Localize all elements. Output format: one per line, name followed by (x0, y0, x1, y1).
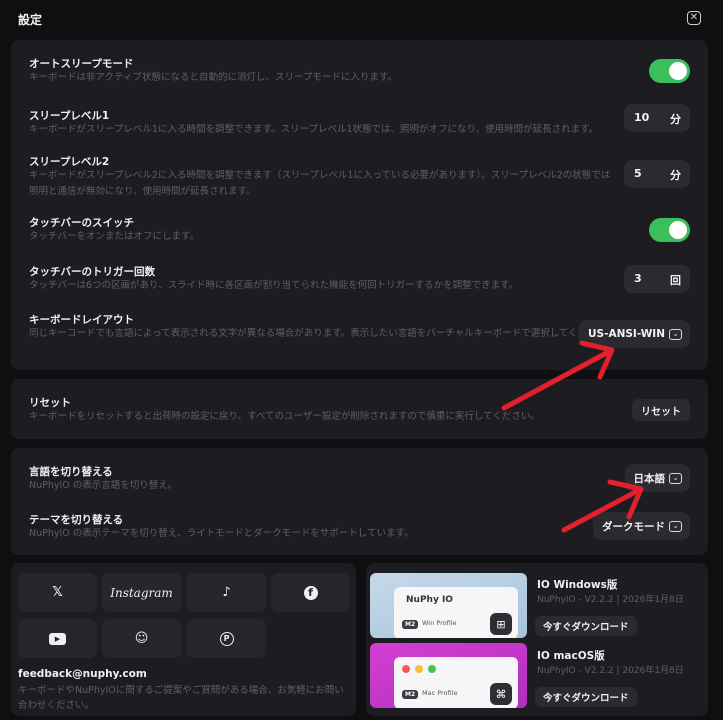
touchbar-trigger-value[interactable]: 3 (634, 272, 642, 285)
keyboard-layout-desc: 同じキーコードでも言語によって表示される文字が異なる場合があります。表示したい言… (29, 328, 597, 339)
windows-card: NuPhy IO M2 Win Profile ⊞ (394, 587, 518, 638)
title-bar: 設定 ✕ (0, 0, 723, 38)
sleep-level-1-value[interactable]: 10 (634, 111, 649, 124)
touchbar-switch-title: タッチバーのスイッチ (29, 217, 134, 229)
language-desc: NuPhyIO の表示言語を切り替え。 (29, 480, 178, 491)
mac-title: IO macOS版 (537, 650, 605, 662)
mac-badge: M2 (402, 690, 419, 699)
windows-grid-icon: ⊞ (490, 613, 512, 635)
reset-row: リセット キーボードをリセットすると出荷時の設定に戻り、すべてのユーザー設定が削… (29, 394, 698, 428)
windows-badge: M2 (402, 620, 419, 629)
touchbar-trigger-row: タッチバーのトリガー回数 タッチバーは6つの区画があり、スライド時に各区画が割り… (29, 262, 698, 296)
feedback-email[interactable]: feedback@nuphy.com (18, 668, 147, 680)
language-title: 言語を切り替える (29, 466, 113, 478)
sleep-level-2-unit: 分 (670, 169, 681, 182)
sleep-level-2-desc-line2: 照明と通信が無効になり、使用時間が延長されます。 (29, 186, 256, 197)
discord-icon: ☺ (134, 631, 149, 646)
sleep-level-2-stepper[interactable]: 5 分 (624, 160, 690, 188)
pinterest-icon: P (219, 631, 234, 646)
mac-minimize-dot-icon (415, 665, 423, 673)
command-key-icon: ⌘ (490, 683, 512, 705)
windows-download-button[interactable]: 今すぐダウンロード (535, 616, 637, 636)
youtube-link[interactable]: ▶ (18, 619, 97, 658)
discord-link[interactable]: ☺ (102, 619, 181, 658)
settings-window: 設定 ✕ オートスリープモード キーボードは非アクティブ状態になると自動的に消灯… (0, 0, 723, 720)
sleep-level-2-value[interactable]: 5 (634, 167, 642, 180)
language-selected: 日本語 (633, 472, 666, 485)
downloads-panel: NuPhy IO M2 Win Profile ⊞ IO Windows版 Nu… (366, 563, 708, 716)
mac-close-dot-icon (402, 665, 410, 673)
mac-badge-label: Mac Profile (422, 689, 458, 697)
reset-desc: キーボードをリセットすると出荷時の設定に戻り、すべてのユーザー設定が削除されます… (29, 411, 540, 422)
mac-download-button[interactable]: 今すぐダウンロード (535, 687, 637, 707)
chevron-down-icon: ⌄ (669, 472, 682, 484)
theme-selected: ダークモード (602, 520, 665, 533)
x-icon: 𝕏 (52, 585, 63, 600)
keyboard-layout-row: キーボードレイアウト 同じキーコードでも言語によって表示される文字が異なる場合が… (29, 310, 698, 350)
tiktok-link[interactable]: ♪ (187, 573, 266, 612)
mac-zoom-dot-icon (428, 665, 436, 673)
reset-title: リセット (29, 397, 71, 409)
sleep-level-1-title: スリープレベル1 (29, 110, 110, 122)
pinterest-link[interactable]: P (187, 619, 266, 658)
touchbar-trigger-unit: 回 (670, 274, 681, 287)
sleep-level-2-desc-line1: キーボードがスリープレベル2に入る時間を調整できます（スリープレベル1に入ってい… (29, 170, 611, 181)
sleep-level-1-desc: キーボードがスリープレベル1に入る時間を調整できます。スリープレベル1状態では、… (29, 124, 599, 135)
facebook-icon: f (303, 585, 318, 600)
reset-panel: リセット キーボードをリセットすると出荷時の設定に戻り、すべてのユーザー設定が削… (11, 379, 708, 439)
device-settings-panel: オートスリープモード キーボードは非アクティブ状態になると自動的に消灯し、スリー… (11, 40, 708, 370)
windows-badge-label: Win Profile (422, 619, 457, 627)
feedback-desc: キーボードやNuPhyIOに関するご提案やご質問がある場合、お気軽にお問い合わせ… (18, 685, 344, 711)
appearance-panel: 言語を切り替える NuPhyIO の表示言語を切り替え。 日本語 ⌄ テーマを切… (11, 448, 708, 555)
facebook-link[interactable]: f (271, 573, 350, 612)
windows-meta: NuPhyIO - V2.2.2 | 2026年1月8日 (537, 595, 684, 605)
auto-sleep-title: オートスリープモード (29, 58, 134, 70)
touchbar-switch-desc: タッチバーをオンまたはオフにします。 (29, 231, 200, 242)
sleep-level-1-row: スリープレベル1 キーボードがスリープレベル1に入る時間を調整できます。スリープ… (29, 104, 698, 138)
mac-window-dots (402, 665, 436, 673)
keyboard-layout-select[interactable]: US-ANSI-WIN ⌄ (579, 320, 690, 348)
touchbar-trigger-desc: タッチバーは6つの区画があり、スライド時に各区画が割り当てられた機能を何回トリガ… (29, 280, 519, 291)
close-button[interactable]: ✕ (687, 11, 701, 25)
language-select[interactable]: 日本語 ⌄ (624, 464, 690, 492)
chevron-down-icon: ⌄ (669, 520, 682, 532)
window-title: 設定 (18, 13, 43, 27)
facebook-glyph: f (308, 586, 313, 599)
touchbar-trigger-stepper[interactable]: 3 回 (624, 265, 690, 293)
theme-title: テーマを切り替える (29, 514, 124, 526)
auto-sleep-row: オートスリープモード キーボードは非アクティブ状態になると自動的に消灯し、スリー… (29, 54, 698, 88)
instagram-icon: Instagram (110, 585, 173, 600)
instagram-link[interactable]: Instagram (102, 573, 181, 612)
keyboard-layout-selected: US-ANSI-WIN (588, 328, 665, 340)
touchbar-switch-toggle[interactable] (649, 218, 690, 242)
theme-desc: NuPhyIO の表示テーマを切り替え、ライトモードとダークモードをサポートして… (29, 528, 414, 539)
close-icon: ✕ (689, 12, 699, 23)
mac-meta: NuPhyIO - V2.2.2 | 2026年1月8日 (537, 666, 684, 676)
chevron-down-icon: ⌄ (669, 328, 682, 340)
youtube-icon: ▶ (49, 632, 66, 645)
touchbar-trigger-title: タッチバーのトリガー回数 (29, 266, 155, 278)
x-link[interactable]: 𝕏 (18, 573, 97, 612)
sleep-level-1-stepper[interactable]: 10 分 (624, 104, 690, 132)
theme-select[interactable]: ダークモード ⌄ (593, 512, 690, 540)
pinterest-glyph: P (223, 634, 230, 643)
social-panel: 𝕏 Instagram ♪ f ▶ ☺ P feedback@nuphy.com… (11, 563, 356, 716)
reset-button[interactable]: リセット (632, 399, 690, 421)
windows-thumbnail: NuPhy IO M2 Win Profile ⊞ (370, 573, 527, 638)
keyboard-layout-title: キーボードレイアウト (29, 314, 134, 326)
sleep-level-2-row: スリープレベル2 キーボードがスリープレベル2に入る時間を調整できます（スリープ… (29, 152, 698, 202)
theme-row: テーマを切り替える NuPhyIO の表示テーマを切り替え、ライトモードとダーク… (29, 510, 698, 544)
youtube-glyph: ▶ (54, 634, 61, 643)
sleep-level-2-title: スリープレベル2 (29, 156, 110, 168)
touchbar-switch-row: タッチバーのスイッチ タッチバーをオンまたはオフにします。 (29, 215, 698, 249)
auto-sleep-desc: キーボードは非アクティブ状態になると自動的に消灯し、スリープモードに入ります。 (29, 72, 397, 83)
tiktok-icon: ♪ (222, 585, 231, 600)
mac-thumbnail: M2 Mac Profile ⌘ (370, 643, 527, 708)
sleep-level-1-unit: 分 (670, 113, 681, 126)
mac-card: M2 Mac Profile ⌘ (394, 657, 518, 708)
auto-sleep-toggle[interactable] (649, 59, 690, 83)
windows-card-title: NuPhy IO (406, 595, 453, 605)
language-row: 言語を切り替える NuPhyIO の表示言語を切り替え。 日本語 ⌄ (29, 462, 698, 496)
windows-title: IO Windows版 (537, 579, 618, 591)
